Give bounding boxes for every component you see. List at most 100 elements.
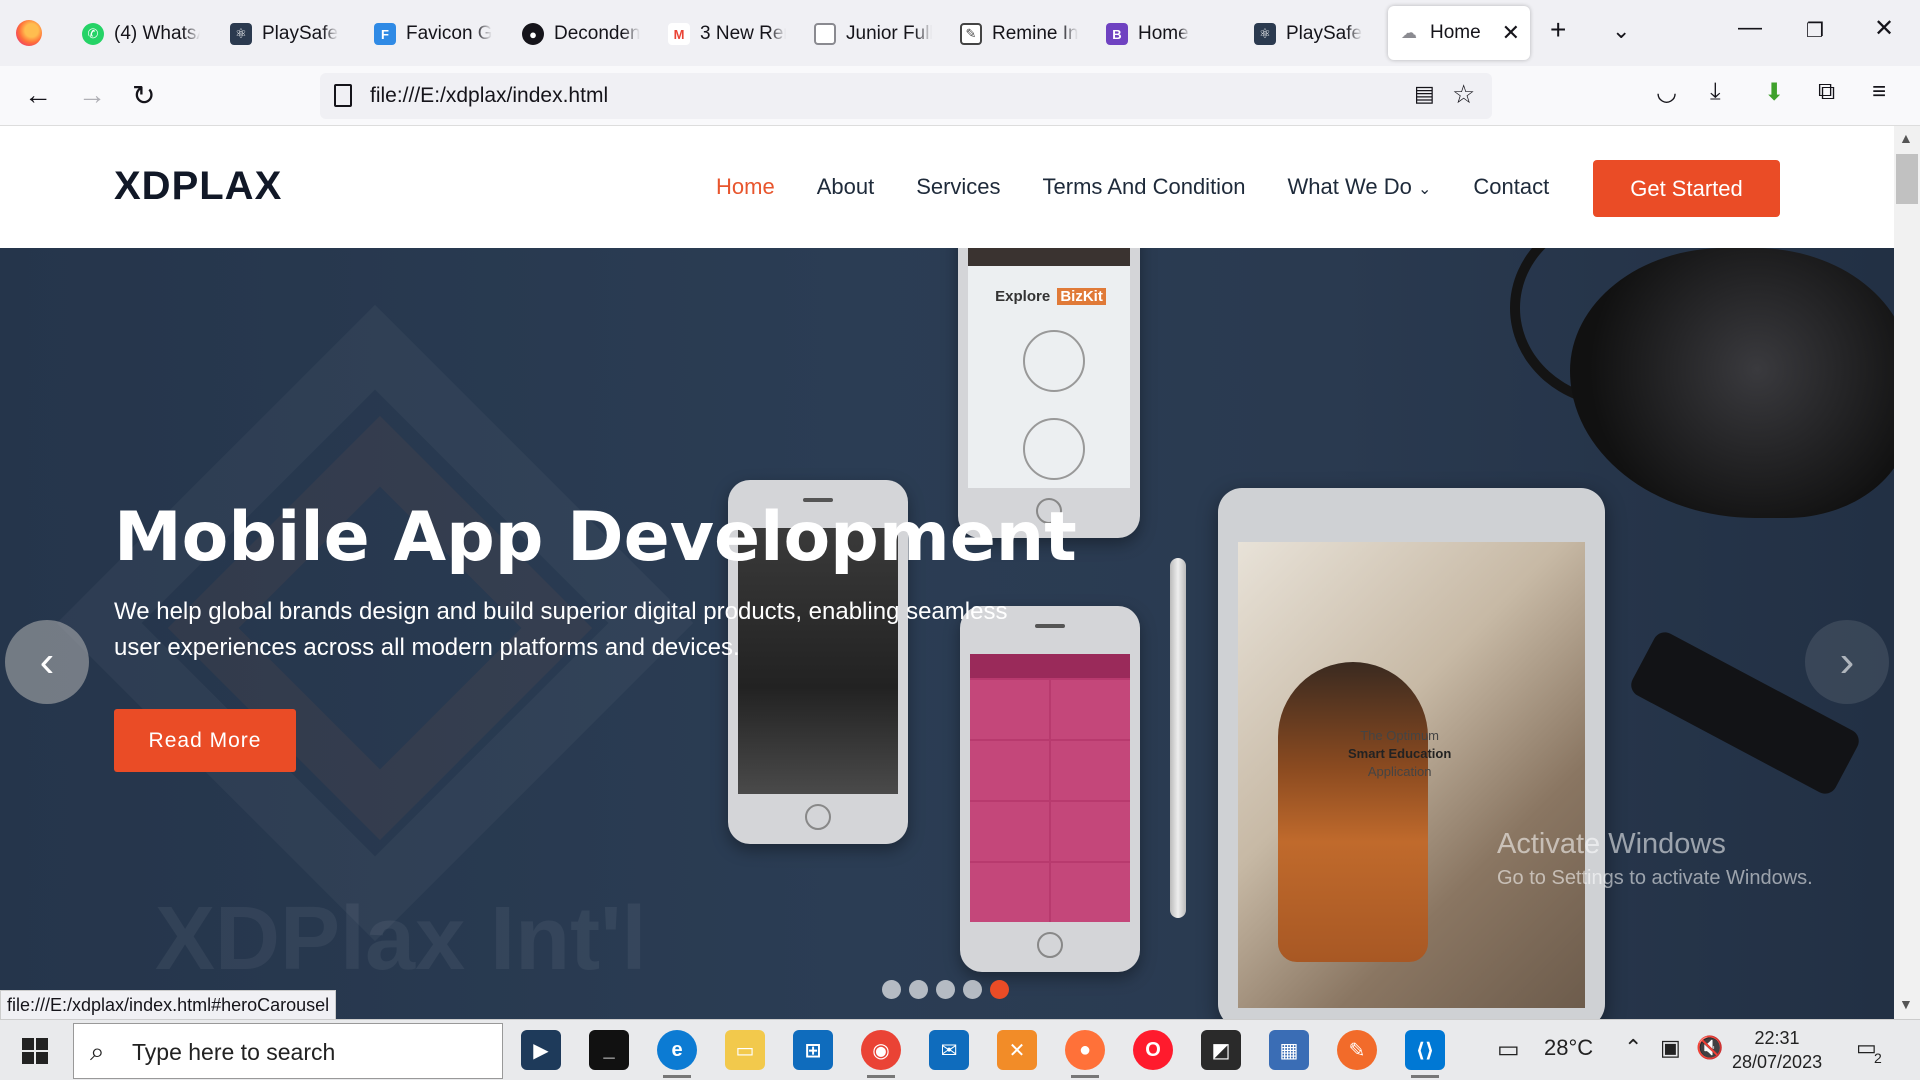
site-header: XDPLAX Home About Services Terms And Con… [0,126,1894,248]
site-logo[interactable]: XDPLAX [114,164,282,209]
url-bar[interactable]: file:///E:/xdplax/index.html ▤ ☆ [320,73,1492,119]
caption-line: The Optimum [1360,728,1440,743]
cmd-icon[interactable]: _ [589,1030,629,1070]
scroll-down-icon[interactable]: ▼ [1899,996,1913,1012]
download-icon[interactable]: ⤓ [1710,78,1721,106]
carousel-dot-4[interactable] [963,980,982,999]
tab-title: Home [1138,23,1189,44]
tab-home-active[interactable]: ☁ Home ✕ [1388,6,1530,60]
firefox-taskbar-icon[interactable]: ● [1065,1030,1105,1078]
mockup-icon-circle [1023,418,1085,480]
carousel-dot-1[interactable] [882,980,901,999]
close-tab-icon[interactable]: ✕ [1502,20,1520,46]
menu-item-about[interactable]: About [817,174,875,200]
menu-item-label: What We Do [1287,174,1412,199]
file-explorer-icon[interactable]: ▭ [725,1030,765,1070]
vscode-icon[interactable]: ⟨⟩ [1405,1030,1445,1078]
gmail-icon: M [668,23,690,45]
restore-icon[interactable]: ❐ [1806,18,1824,43]
carousel-dot-3[interactable] [936,980,955,999]
download-manager-extension-icon[interactable]: ⬇ [1764,78,1784,107]
weather-icon[interactable]: ▭ [1497,1035,1520,1064]
menu-item-terms[interactable]: Terms And Condition [1043,174,1246,200]
cloud-icon: ☁ [1398,22,1420,44]
pocket-icon[interactable]: ◡ [1656,78,1677,107]
extensions-icon[interactable]: ⧉ [1818,78,1835,106]
network-app-icon[interactable]: ▦ [1269,1030,1309,1070]
menu-item-services[interactable]: Services [916,174,1000,200]
reader-view-icon[interactable]: ▤ [1414,81,1435,107]
hero-carousel: XDPlax Int'l Explore BizKit The Optimum … [0,248,1894,1019]
meet-now-icon[interactable]: ▣ [1660,1035,1681,1061]
reload-icon[interactable]: ↻ [132,79,155,112]
page-scrollbar[interactable]: ▲ ▼ [1894,126,1920,1019]
hero-description: We help global brands design and build s… [114,598,1008,661]
scroll-up-icon[interactable]: ▲ [1899,130,1913,146]
tab-title: Junior Full [846,23,932,44]
opera-icon[interactable]: O [1133,1030,1173,1070]
close-window-icon[interactable]: ✕ [1874,14,1894,43]
page-icon [814,23,836,45]
xampp-icon[interactable]: ✕ [997,1030,1037,1070]
tab-github[interactable]: ● Decondensed [514,16,640,52]
tab-title: PlaySafe [1286,23,1363,44]
caption-line: Application [1367,764,1432,779]
tab-whatsapp[interactable]: ✆ (4) WhatsApp [74,16,200,52]
minimize-icon[interactable]: — [1738,14,1762,42]
carousel-dot-5-active[interactable] [990,980,1009,999]
tab-title: PlaySafe [262,23,339,44]
tab-favicon-generator[interactable]: F Favicon Generator [366,16,492,52]
back-icon[interactable]: ← [24,79,52,111]
store-icon[interactable]: ⊞ [793,1030,833,1070]
taskbar-clock[interactable]: 22:31 28/07/2023 [1732,1026,1822,1074]
bookmark-star-icon[interactable]: ☆ [1452,79,1475,110]
notification-count: 2 [1874,1050,1882,1066]
main-menu: Home About Services Terms And Condition … [716,174,1549,200]
tab-playsafe[interactable]: ⚛ PlaySafe [222,16,342,52]
tab-gmail[interactable]: M 3 New Reminders [660,16,786,52]
tablet-caption: The Optimum Smart Education Application [1348,727,1451,781]
web-page: XDPLAX Home About Services Terms And Con… [0,126,1894,1019]
pen-icon: ✎ [960,23,982,45]
hero-title: Mobile App Development [114,498,1077,577]
taskbar-search[interactable]: ⌕ Type here to search [73,1023,503,1079]
clock-date: 28/07/2023 [1732,1052,1823,1072]
clock-time: 22:31 [1754,1028,1800,1048]
terminal-app-icon[interactable]: ▶ [521,1030,561,1070]
page-icon [334,84,352,107]
firefox-icon[interactable] [16,20,42,46]
chevron-down-icon[interactable]: ⌄ [1612,18,1630,44]
tab-home-bootstrap[interactable]: B Home [1098,16,1224,52]
sticky-notes-icon[interactable]: ◩ [1201,1030,1241,1070]
edge-icon[interactable]: e [657,1030,697,1078]
desk-lamp-image [1570,248,1894,518]
carousel-prev-button[interactable]: ‹ [5,620,89,704]
get-started-button[interactable]: Get Started [1593,160,1780,217]
menu-item-what-we-do[interactable]: What We Do ⌄ [1288,174,1432,200]
tab-remine[interactable]: ✎ Remine In [952,16,1078,52]
windows-start-icon[interactable] [22,1038,48,1064]
carousel-dot-2[interactable] [909,980,928,999]
sublime-edit-icon[interactable]: ✎ [1337,1030,1377,1070]
carousel-next-button[interactable]: › [1805,620,1889,704]
explore-bizkit-label: Explore BizKit [968,288,1130,305]
tab-title: Favicon Generator [406,23,492,44]
volume-muted-icon[interactable]: 🔇 [1696,1035,1723,1061]
chrome-icon[interactable]: ◉ [861,1030,901,1078]
explore-text: Explore [995,288,1051,305]
new-tab-icon[interactable]: + [1550,14,1566,46]
url-text[interactable]: file:///E:/xdplax/index.html [370,84,608,108]
read-more-button[interactable]: Read More [114,709,296,772]
menu-item-contact[interactable]: Contact [1473,174,1549,200]
tab-playsafe-2[interactable]: ⚛ PlaySafe [1246,16,1372,52]
mockup-icon-circle [1023,330,1085,392]
mail-icon[interactable]: ✉ [929,1030,969,1070]
scrollbar-thumb[interactable] [1896,154,1918,204]
github-icon: ● [522,23,544,45]
weather-temperature[interactable]: 28°C [1544,1035,1593,1061]
tab-junior-full[interactable]: Junior Full [806,16,932,52]
chevron-up-icon[interactable]: ⌃ [1624,1035,1642,1061]
menu-item-home[interactable]: Home [716,174,775,200]
tab-title: (4) WhatsApp [114,23,200,44]
menu-hamburger-icon[interactable]: ≡ [1872,78,1886,106]
